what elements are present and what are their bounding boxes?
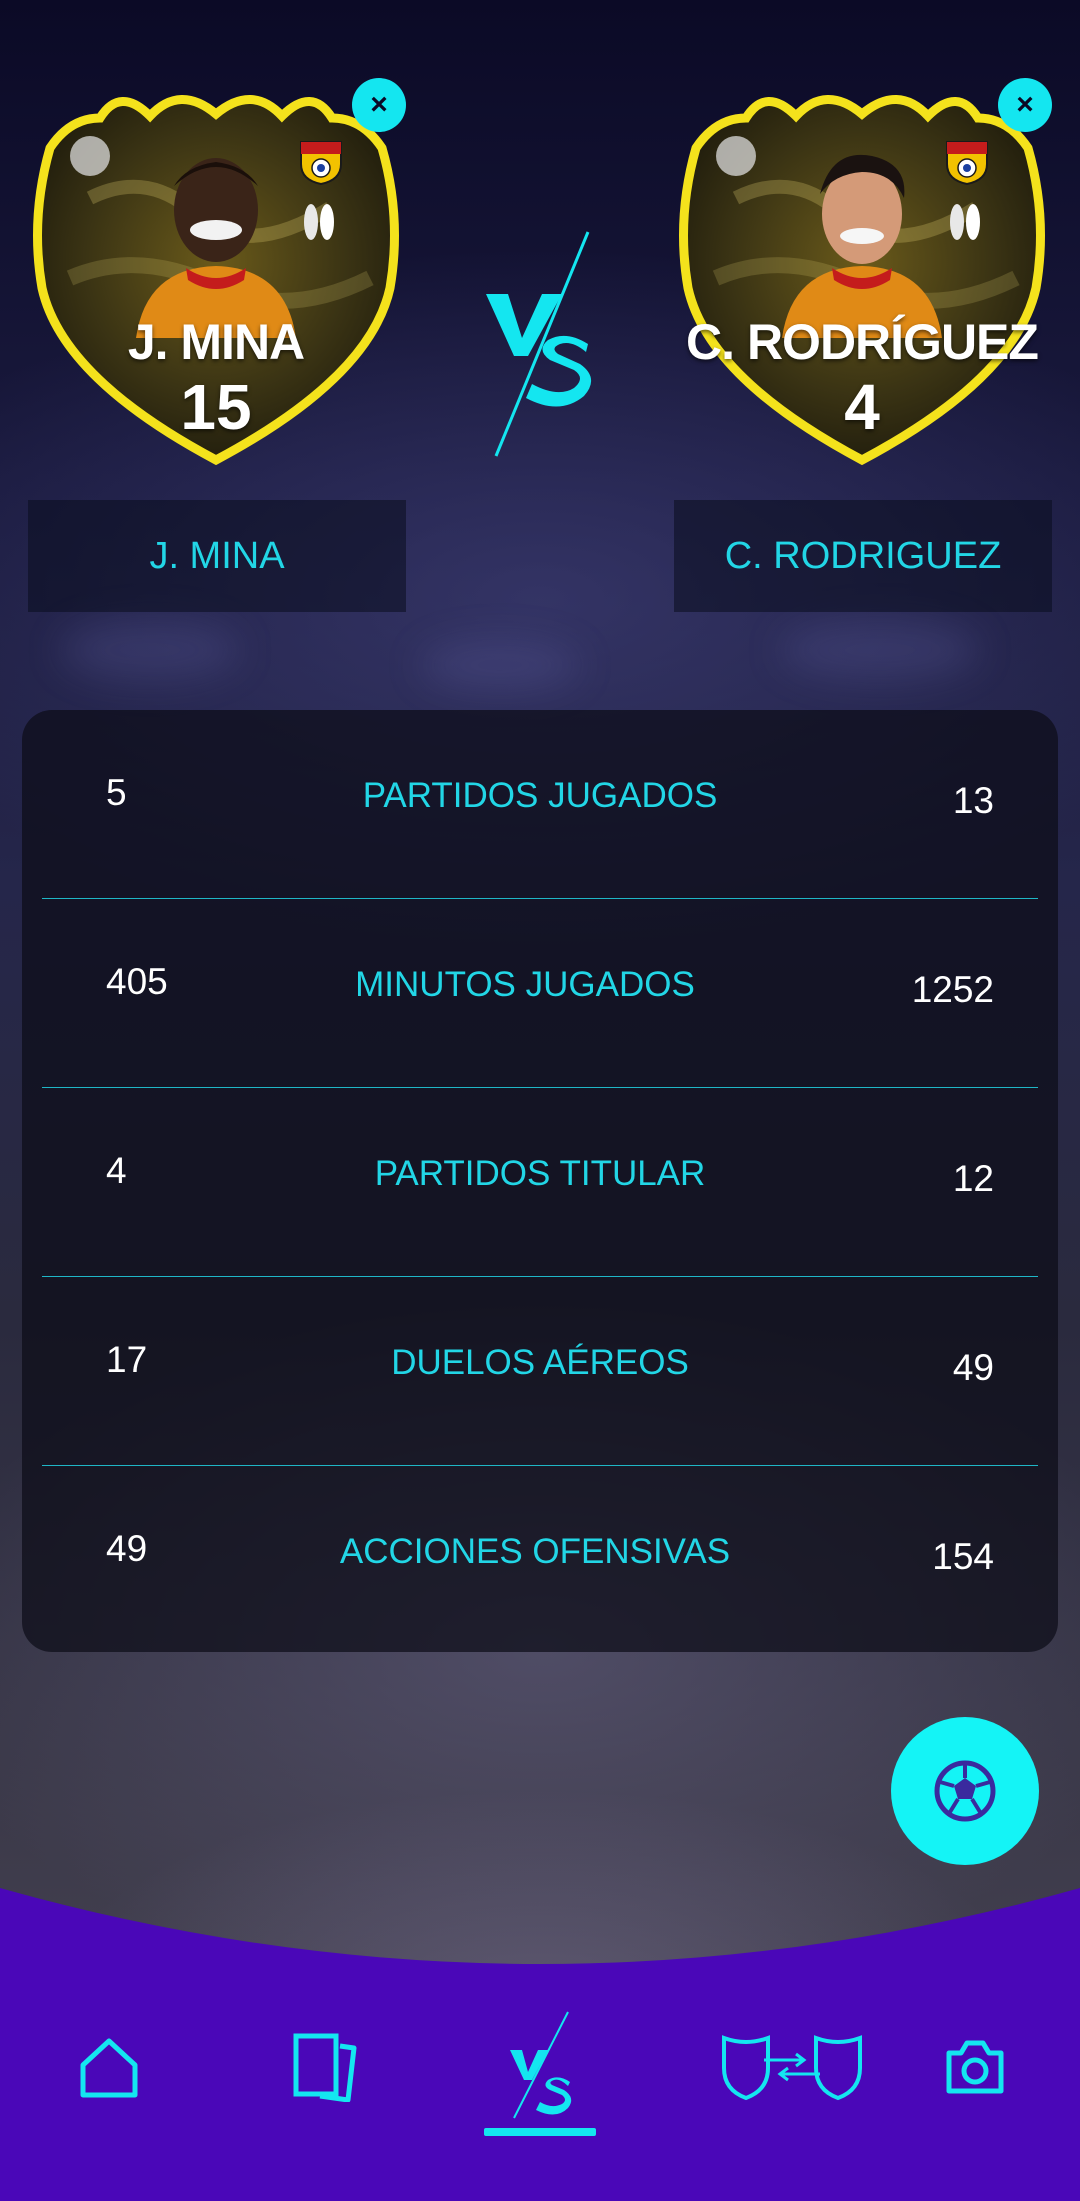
- stat-value-right: 154: [932, 1536, 994, 1577]
- nav-versus[interactable]: [500, 2010, 580, 2120]
- player-card-name: J. MINA: [127, 314, 305, 370]
- stat-row: 405 MINUTOS JUGADOS 1252: [42, 899, 1038, 1088]
- stat-label: DUELOS AÉREOS: [391, 1343, 689, 1382]
- nav-camera[interactable]: [938, 2030, 1012, 2104]
- stats-comparison-panel: 5 PARTIDOS JUGADOS 13 405 MINUTOS JUGADO…: [22, 710, 1058, 1652]
- stat-row: 17 DUELOS AÉREOS 49: [42, 1277, 1038, 1466]
- marker-dot-icon: [716, 136, 756, 176]
- stat-row: 5 PARTIDOS JUGADOS 13: [42, 710, 1038, 899]
- remove-player-button[interactable]: ×: [998, 78, 1052, 132]
- stat-row: 4 PARTIDOS TITULAR 12: [42, 1088, 1038, 1277]
- club-badge-icon: [946, 141, 988, 186]
- cards-icon: [293, 2033, 357, 2102]
- marker-dot-icon: [70, 136, 110, 176]
- soccer-ball-button[interactable]: [891, 1717, 1039, 1865]
- nav-cards[interactable]: [288, 2030, 362, 2104]
- bottom-navigation-bar: [0, 1880, 1080, 2201]
- boots-icon: [304, 204, 334, 240]
- stat-label: PARTIDOS TITULAR: [374, 1154, 706, 1193]
- remove-player-button[interactable]: ×: [352, 78, 406, 132]
- versus-icon: [510, 2011, 572, 2119]
- team-compare-icon: [722, 2035, 862, 2101]
- stat-row: 49 ACCIONES OFENSIVAS 154: [42, 1466, 1038, 1655]
- active-tab-indicator: [484, 2128, 596, 2136]
- player-photo: [782, 154, 942, 338]
- stat-label: ACCIONES OFENSIVAS: [339, 1532, 731, 1571]
- player-card-number: 4: [844, 371, 880, 443]
- stat-value-right: 1252: [911, 969, 994, 1010]
- close-icon: ×: [1016, 88, 1034, 121]
- camera-icon: [946, 2040, 1004, 2094]
- player-card-right[interactable]: C. RODRÍGUEZ 4 ×: [676, 78, 1052, 470]
- close-icon: ×: [370, 88, 388, 121]
- player-card-name: C. RODRÍGUEZ: [686, 314, 1039, 370]
- player-photo: [136, 158, 296, 338]
- nav-team-compare[interactable]: [720, 2030, 864, 2104]
- stat-label: PARTIDOS JUGADOS: [362, 776, 718, 815]
- boots-icon: [950, 204, 980, 240]
- player-card-number: 15: [180, 371, 252, 443]
- versus-logo: [486, 231, 592, 457]
- nav-home[interactable]: [72, 2030, 146, 2104]
- home-icon: [80, 2038, 138, 2098]
- stat-value-right: 13: [952, 780, 994, 821]
- club-badge-icon: [300, 141, 342, 186]
- player-name-button-right[interactable]: C. RODRIGUEZ: [674, 500, 1052, 612]
- stat-value-right: 12: [952, 1158, 994, 1199]
- stat-label: MINUTOS JUGADOS: [355, 965, 695, 1004]
- soccer-ball-icon: [934, 1760, 996, 1822]
- stat-value-right: 49: [952, 1347, 994, 1388]
- player-name-button-left[interactable]: J. MINA: [28, 500, 406, 612]
- player-card-left[interactable]: J. MINA 15 ×: [30, 78, 406, 470]
